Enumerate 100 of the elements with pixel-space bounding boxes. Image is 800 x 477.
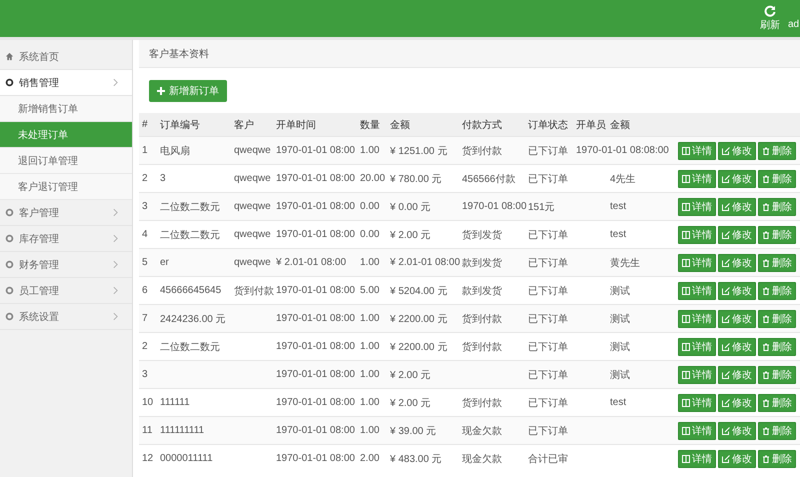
submenu-item[interactable]: 客户退订管理 [0,174,132,200]
edit-button[interactable]: 修改 [718,170,756,188]
delete-button[interactable]: 删除 [758,282,796,300]
table-cell: 1970-01-01 08:00 [276,313,355,324]
breadcrumb: 客户基本资料 [149,48,209,60]
table-cell: 已下订单 [528,398,568,408]
table-cell: 二位数二数元 [160,230,220,240]
table-cell: 6 [142,285,148,296]
edit-button[interactable]: 修改 [718,450,756,468]
table-cell: 456566付款 [462,174,516,184]
table-cell: 151元 [528,202,555,212]
detail-button[interactable]: 详情 [678,394,716,412]
menu-group[interactable]: 客户管理 [0,200,132,226]
delete-button[interactable]: 删除 [758,310,796,328]
columns-icon [682,314,690,322]
table-cell: 测试 [610,370,630,380]
table-cell: 测试 [610,342,630,352]
table-cell: 已下订单 [528,230,568,240]
detail-button[interactable]: 详情 [678,198,716,216]
detail-button[interactable]: 详情 [678,450,716,468]
delete-button[interactable]: 删除 [758,422,796,440]
submenu-item[interactable]: 未处理订单 [0,122,132,148]
refresh-button[interactable]: 刷新 [760,5,780,32]
detail-button[interactable]: 详情 [678,254,716,272]
table-cell: 已下订单 [528,286,568,296]
detail-button[interactable]: 详情 [678,142,716,160]
columns-icon [682,286,690,294]
table-cell: ¥ 1251.00 元 [390,146,448,156]
table-cell: ¥ 2200.00 元 [390,314,448,324]
submenu-item[interactable]: 退回订单管理 [0,148,132,174]
columns-icon [682,146,690,154]
edit-button[interactable]: 修改 [718,422,756,440]
detail-button[interactable]: 详情 [678,310,716,328]
trash-icon [762,230,770,238]
edit-button[interactable]: 修改 [718,394,756,412]
delete-button[interactable]: 删除 [758,198,796,216]
detail-button[interactable]: 详情 [678,282,716,300]
table-cell: 1970-01-01 08:00 [276,145,355,156]
delete-button[interactable]: 删除 [758,450,796,468]
menu-group[interactable]: 员工管理 [0,278,132,304]
table-cell: 2.00 [360,453,380,464]
edit-icon [722,370,730,378]
columns-icon [682,342,690,350]
table-cell: ¥ 2200.00 元 [390,342,448,352]
edit-button[interactable]: 修改 [718,282,756,300]
column-header: 金额 [390,120,410,130]
delete-button[interactable]: 删除 [758,366,796,384]
table-cell: 已下订单 [528,426,568,436]
table-cell: 111111111 [160,425,204,436]
detail-button[interactable]: 详情 [678,170,716,188]
table-cell: 2 [142,341,148,352]
detail-button[interactable]: 详情 [678,422,716,440]
menu-group[interactable]: 销售管理 [0,70,132,96]
column-header: 开单时间 [276,120,316,130]
detail-button[interactable]: 详情 [678,338,716,356]
trash-icon [762,370,770,378]
table-cell: ¥ 2.01-01 08:00 [390,257,460,268]
table-cell: 黄先生 [610,258,640,268]
edit-button[interactable]: 修改 [718,254,756,272]
table-cell: ¥ 39.00 元 [390,426,436,436]
delete-button[interactable]: 删除 [758,226,796,244]
menu-group[interactable]: 财务管理 [0,252,132,278]
menu-group[interactable]: 库存管理 [0,226,132,252]
edit-button[interactable]: 修改 [718,310,756,328]
detail-button[interactable]: 详情 [678,366,716,384]
table-cell: 0000011111 [160,453,213,464]
table-cell: 已下订单 [528,314,568,324]
delete-button[interactable]: 删除 [758,394,796,412]
table-cell: 已下订单 [528,342,568,352]
table-cell: 1970-01-01 08:00 [276,285,355,296]
edit-button[interactable]: 修改 [718,366,756,384]
edit-icon [722,258,730,266]
submenu-item[interactable]: 新增销售订单 [0,96,132,122]
delete-button[interactable]: 删除 [758,254,796,272]
edit-button[interactable]: 修改 [718,338,756,356]
columns-icon [682,454,690,462]
table-cell: test [610,201,626,212]
delete-button[interactable]: 删除 [758,338,796,356]
table-cell: 货到付款 [462,146,502,156]
user-name[interactable]: ad [788,19,800,30]
add-order-button[interactable]: 新增新订单 [149,80,227,102]
delete-button[interactable]: 删除 [758,142,796,160]
edit-button[interactable]: 修改 [718,198,756,216]
menu-group[interactable]: 系统设置 [0,304,132,330]
table-cell: 1.00 [360,369,380,380]
delete-button[interactable]: 删除 [758,170,796,188]
edit-icon [722,454,730,462]
table-cell: 现金欠款 [462,426,502,436]
column-header: 订单编号 [160,120,200,130]
table-cell: 1970-01-01 08:00 [276,201,355,212]
detail-button[interactable]: 详情 [678,226,716,244]
chevron-icon [113,312,118,321]
table-cell: qweqwe [234,257,271,268]
table-cell: 3 [142,201,148,212]
table-cell: 2 [142,173,148,184]
table-cell: 3 [160,173,166,184]
edit-button[interactable]: 修改 [718,142,756,160]
edit-icon [722,146,730,154]
edit-button[interactable]: 修改 [718,226,756,244]
table-cell: 合计已审 [528,454,568,464]
